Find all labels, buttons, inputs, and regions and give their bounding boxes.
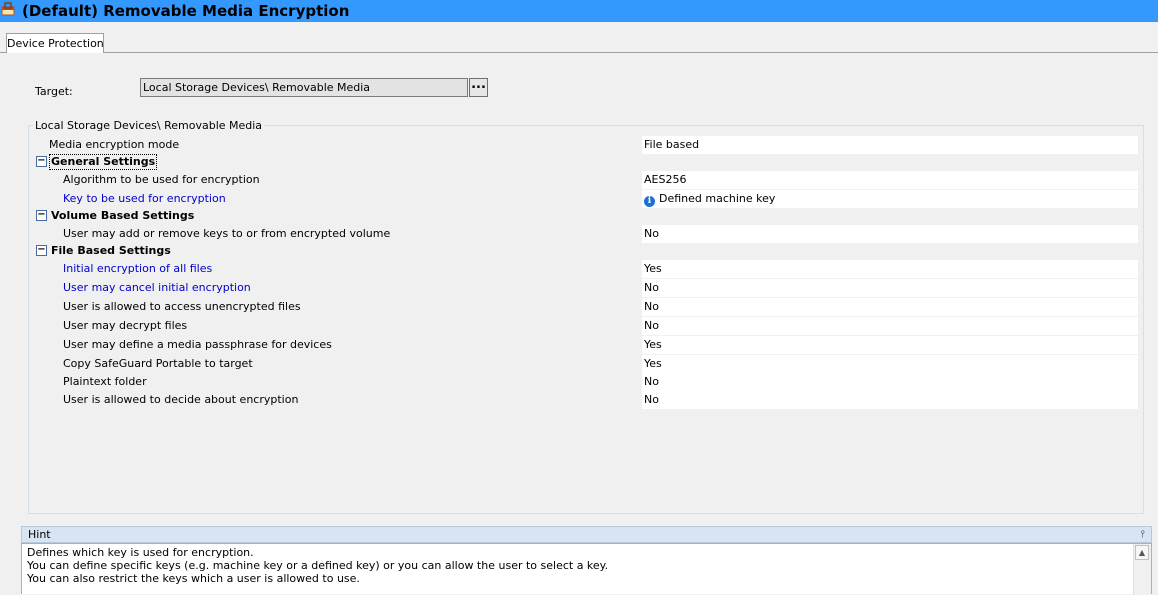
property-value[interactable]: Yes — [642, 336, 1138, 354]
collapse-icon[interactable]: − — [36, 210, 47, 221]
property-value[interactable]: No — [642, 391, 1138, 409]
property-name: User may decrypt files — [63, 319, 188, 332]
window-title: (Default) Removable Media Encryption — [22, 2, 350, 20]
hint-title: Hint — [28, 528, 51, 541]
category-label: Volume Based Settings — [51, 209, 195, 222]
target-label: Target: — [35, 85, 73, 98]
property-value[interactable]: No — [642, 373, 1138, 391]
collapse-icon[interactable]: − — [36, 156, 47, 167]
property-row-add-remove-keys[interactable]: User may add or remove keys to or from e… — [30, 225, 1138, 243]
property-value[interactable]: No — [642, 225, 1138, 243]
property-row-initial-encryption[interactable]: Initial encryption of all files Yes — [30, 260, 1138, 278]
title-bar: (Default) Removable Media Encryption — [0, 0, 1158, 22]
property-row-decrypt-files[interactable]: User may decrypt files No — [30, 317, 1138, 335]
hint-line: You can also restrict the keys which a u… — [27, 572, 360, 585]
property-name: Copy SafeGuard Portable to target — [63, 357, 253, 370]
property-value-text: Defined machine key — [659, 192, 776, 205]
hint-line: You can define specific keys (e.g. machi… — [27, 559, 609, 572]
property-name: User is allowed to access unencrypted fi… — [63, 300, 301, 313]
property-name: User may define a media passphrase for d… — [63, 338, 332, 351]
property-row-algorithm[interactable]: Algorithm to be used for encryption AES2… — [30, 171, 1138, 189]
category-label: General Settings — [49, 154, 158, 170]
property-value[interactable]: No — [642, 298, 1138, 316]
browse-target-button[interactable]: ... — [469, 78, 488, 97]
property-name: User is allowed to decide about encrypti… — [63, 393, 299, 406]
property-row-key[interactable]: Key to be used for encryption i Defined m… — [30, 190, 1138, 208]
hint-text-area[interactable]: Defines which key is used for encryption… — [21, 543, 1152, 595]
hint-scrollbar[interactable]: ▲ — [1133, 544, 1151, 595]
property-value[interactable]: i Defined machine key — [642, 190, 1138, 208]
property-value[interactable]: Yes — [642, 355, 1138, 373]
property-name: Media encryption mode — [49, 138, 180, 151]
scroll-up-icon[interactable]: ▲ — [1135, 545, 1149, 560]
target-field[interactable]: Local Storage Devices\ Removable Media — [140, 78, 468, 97]
pin-icon[interactable]: ⫯ — [1141, 528, 1145, 542]
property-row-cancel-initial-encryption[interactable]: User may cancel initial encryption No — [30, 279, 1138, 297]
property-value[interactable]: Yes — [642, 260, 1138, 278]
property-name: Key to be used for encryption — [63, 192, 226, 205]
property-name: Plaintext folder — [63, 375, 147, 388]
property-name: Algorithm to be used for encryption — [63, 173, 260, 186]
property-value[interactable]: File based — [642, 136, 1138, 154]
property-value[interactable]: AES256 — [642, 171, 1138, 189]
property-row-plaintext-folder[interactable]: Plaintext folder No — [30, 373, 1138, 391]
property-value[interactable]: No — [642, 317, 1138, 335]
property-row-media-passphrase[interactable]: User may define a media passphrase for d… — [30, 336, 1138, 354]
property-row-access-unencrypted[interactable]: User is allowed to access unencrypted fi… — [30, 298, 1138, 316]
category-label: File Based Settings — [51, 244, 171, 257]
tab-device-protection[interactable]: Device Protection — [6, 33, 104, 54]
property-value[interactable]: No — [642, 279, 1138, 297]
property-name: Initial encryption of all files — [63, 262, 213, 275]
property-row-media-encryption-mode[interactable]: Media encryption mode File based — [30, 136, 1138, 154]
hint-line: Defines which key is used for encryption… — [27, 546, 254, 559]
hint-header: Hint ⫯ — [21, 526, 1152, 543]
property-name: User may add or remove keys to or from e… — [63, 227, 391, 240]
policy-icon — [1, 2, 15, 16]
property-row-copy-safeguard-portable[interactable]: Copy SafeGuard Portable to target Yes — [30, 355, 1138, 373]
property-row-decide-encryption[interactable]: User is allowed to decide about encrypti… — [30, 391, 1138, 409]
info-icon: i — [644, 196, 655, 207]
property-group-title: Local Storage Devices\ Removable Media — [33, 119, 265, 132]
property-name: User may cancel initial encryption — [63, 281, 251, 294]
collapse-icon[interactable]: − — [36, 245, 47, 256]
